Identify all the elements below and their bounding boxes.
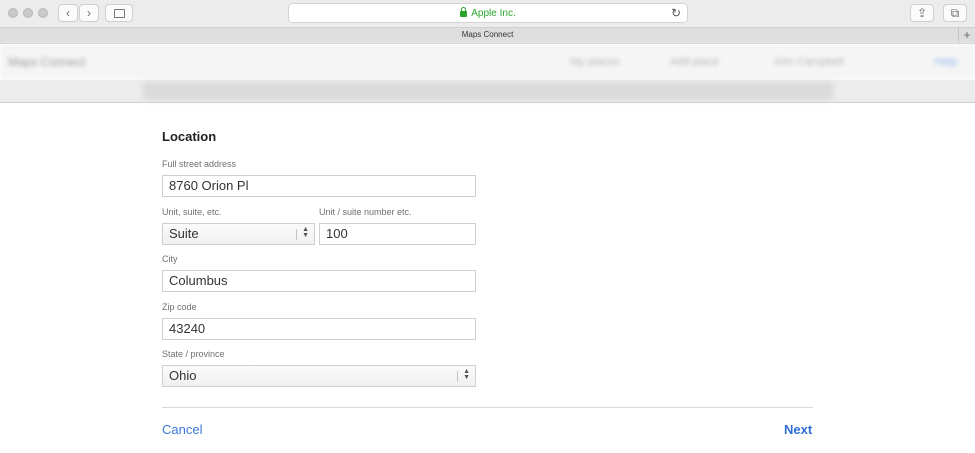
city-label: City <box>162 254 178 264</box>
sidebar-icon <box>113 8 125 18</box>
chevron-right-icon: › <box>87 6 91 20</box>
unit-number-input[interactable]: 100 <box>319 223 476 245</box>
lock-icon <box>460 7 468 17</box>
address-text: Apple Inc. <box>471 7 516 19</box>
new-tab-button[interactable]: + <box>958 28 975 43</box>
minimize-window-button[interactable] <box>23 8 33 18</box>
tab-title[interactable]: Maps Connect <box>0 30 975 39</box>
address-bar[interactable]: Apple Inc. ↻ <box>288 3 688 23</box>
next-button[interactable]: Next <box>784 422 812 437</box>
street-label: Full street address <box>162 159 237 169</box>
unit-type-label: Unit, suite, etc. <box>162 207 222 217</box>
unit-type-select[interactable]: Suite ▲ ▼ <box>162 223 315 245</box>
browser-toolbar: ‹ › Apple Inc. ↻ ⇪ ⧉ <box>0 0 975 27</box>
city-input[interactable]: Columbus <box>162 270 476 292</box>
site-logo[interactable]: Maps Connect <box>8 55 85 69</box>
nav-add-place[interactable]: Add place <box>670 56 719 68</box>
zip-label: Zip code <box>162 302 197 312</box>
tab-bar: Maps Connect + <box>0 27 975 44</box>
nav-account[interactable]: Kim Campbell <box>775 56 843 68</box>
form-title: Location <box>162 129 217 144</box>
zoom-window-button[interactable] <box>38 8 48 18</box>
cancel-button[interactable]: Cancel <box>162 422 202 437</box>
state-select[interactable]: Ohio ▲ ▼ <box>162 365 476 387</box>
subheader-bar <box>143 82 833 100</box>
select-separator <box>296 229 297 240</box>
unit-type-value: Suite <box>169 226 199 241</box>
tabs-icon: ⧉ <box>950 5 960 20</box>
back-button[interactable]: ‹ <box>58 4 78 22</box>
site-header: Maps Connect My places Add place Kim Cam… <box>0 44 975 80</box>
updown-arrows-icon: ▲ ▼ <box>463 368 470 381</box>
chevron-left-icon: ‹ <box>66 6 70 20</box>
page-subheader <box>0 80 975 103</box>
form-divider <box>162 407 813 408</box>
state-label: State / province <box>162 349 225 359</box>
share-button[interactable]: ⇪ <box>910 4 934 22</box>
nav-help[interactable]: Help <box>934 56 957 68</box>
forward-button[interactable]: › <box>79 4 99 22</box>
unit-number-label: Unit / suite number etc. <box>319 207 412 217</box>
sidebar-button[interactable] <box>105 4 133 22</box>
close-window-button[interactable] <box>8 8 18 18</box>
nav-my-places[interactable]: My places <box>570 56 620 68</box>
select-separator <box>457 371 458 382</box>
share-icon: ⇪ <box>916 6 928 20</box>
zip-code-input[interactable]: 43240 <box>162 318 476 340</box>
reload-icon[interactable]: ↻ <box>671 6 681 20</box>
tabs-overview-button[interactable]: ⧉ <box>943 4 967 22</box>
updown-arrows-icon: ▲ ▼ <box>302 226 309 239</box>
street-address-input[interactable]: 8760 Orion Pl <box>162 175 476 197</box>
state-value: Ohio <box>169 368 197 383</box>
